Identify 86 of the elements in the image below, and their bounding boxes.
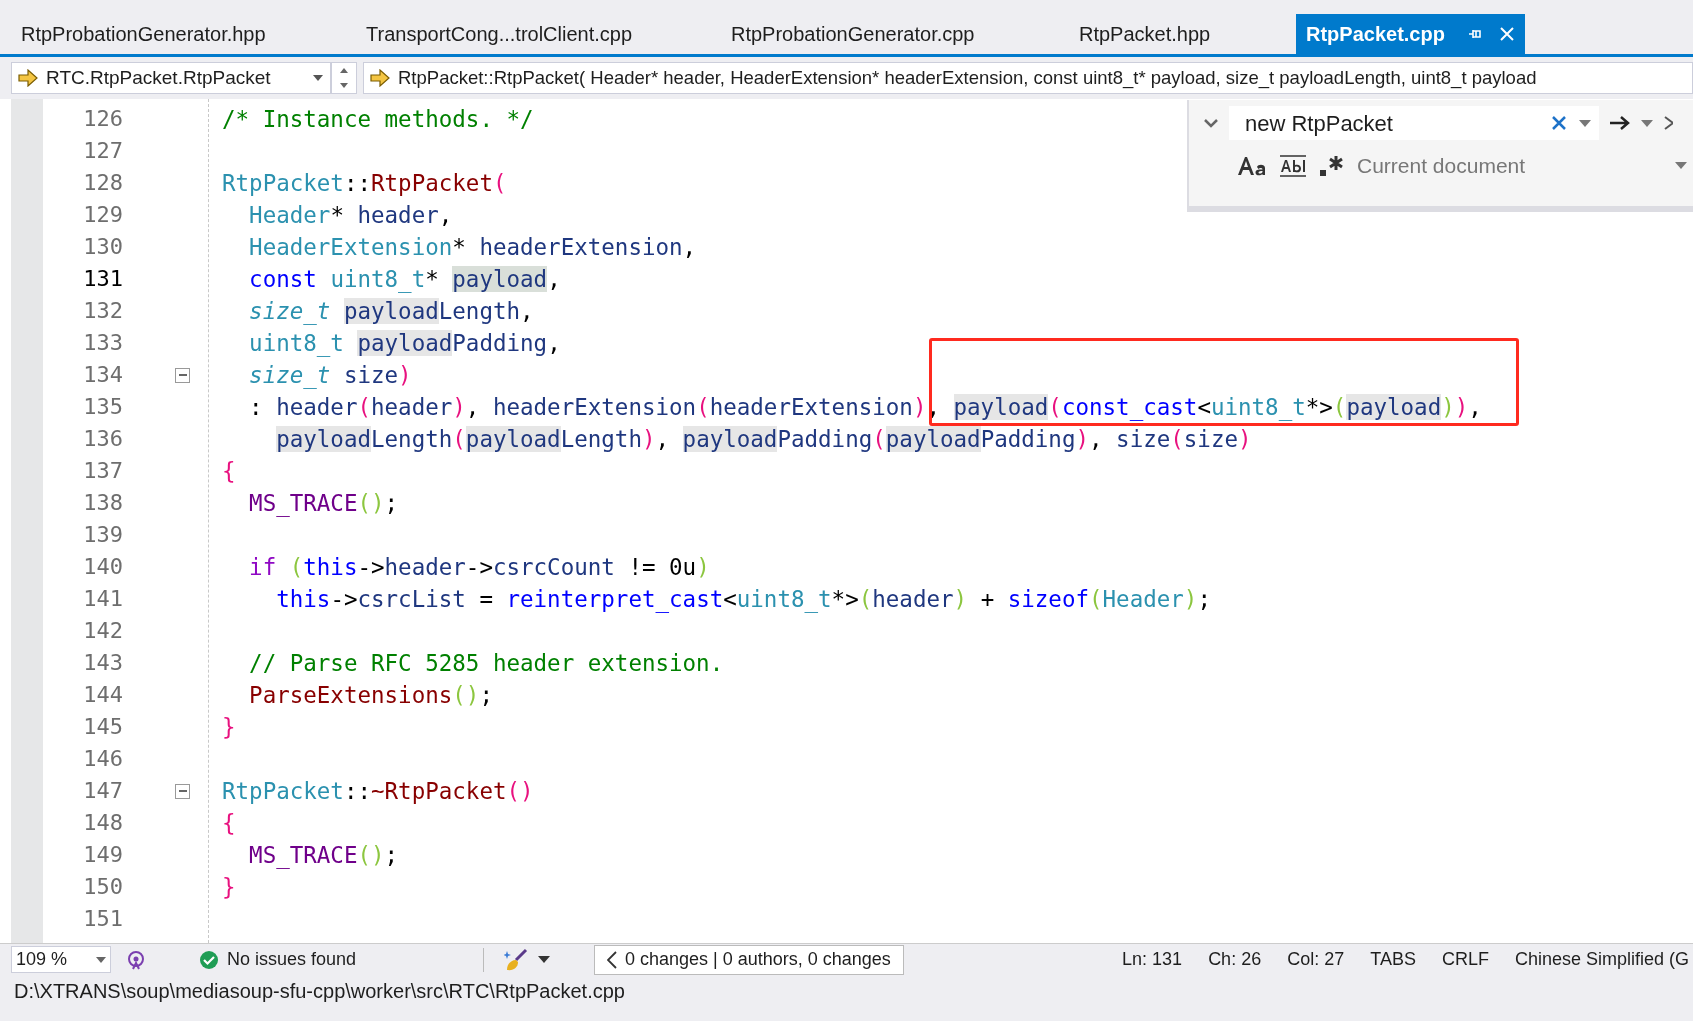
- file-path: D:\XTRANS\soup\mediasoup-sfu-cpp\worker\src\RTC\RtpPacket.cpp: [14, 979, 625, 1004]
- status-item[interactable]: Ch: 26: [1208, 946, 1262, 973]
- clear-icon[interactable]: [1551, 115, 1567, 131]
- caret-icon[interactable]: [1579, 119, 1591, 127]
- arrow-icon: [18, 69, 38, 87]
- caret-icon: [96, 956, 106, 963]
- line-number: 133: [82, 329, 123, 357]
- caret-icon: [1675, 162, 1687, 170]
- search-field[interactable]: new RtpPacket: [1229, 106, 1599, 140]
- line-number: 132: [82, 297, 123, 325]
- line-number: 148: [82, 809, 123, 837]
- close-icon[interactable]: [1663, 115, 1673, 131]
- line-number: 144: [82, 681, 123, 709]
- line-number: 141: [82, 585, 123, 613]
- code-line: this->csrcList = reinterpret_cast<uint8_t*>(header) + sizeof(Header);: [275, 586, 1211, 612]
- chevron-left-icon: [607, 950, 617, 969]
- code-line: RtpPacket::~RtpPacket(): [222, 778, 534, 804]
- line-number: 128: [82, 169, 123, 197]
- code-line: size_t size): [248, 362, 412, 388]
- brush-icon: [504, 947, 530, 972]
- scope-dropdown[interactable]: Current document: [1357, 150, 1687, 182]
- code-line: /* Instance methods. */: [222, 106, 534, 132]
- line-number: 145: [82, 713, 123, 741]
- code-line: // Parse RFC 5285 header extension.: [248, 650, 724, 676]
- whole-word-icon[interactable]: [1279, 153, 1307, 178]
- code-line: payloadLength(payloadLength), payloadPadding(payloadPadding), size(size): [275, 426, 1252, 452]
- line-number: 149: [82, 841, 123, 869]
- code-line: Header* header,: [248, 202, 453, 228]
- line-number: 143: [82, 649, 123, 677]
- line-number: 131: [82, 265, 123, 293]
- line-number: 146: [82, 745, 123, 773]
- status-item[interactable]: Chinese Simplified (G: [1514, 946, 1689, 973]
- up-icon: [340, 68, 348, 73]
- line-number: 136: [82, 425, 123, 453]
- match-case-icon[interactable]: [1237, 154, 1267, 177]
- status-item[interactable]: Ln: 131: [1122, 946, 1183, 973]
- next-arrow-icon[interactable]: [1609, 115, 1631, 131]
- spark-icon[interactable]: [125, 948, 147, 971]
- code-line: HeaderExtension* headerExtension,: [248, 234, 697, 260]
- regex-icon[interactable]: [1319, 153, 1345, 178]
- line-number: 127: [82, 137, 123, 165]
- status-item[interactable]: CRLF: [1441, 946, 1489, 973]
- scope-dropdown[interactable]: RTC.RtpPacket.RtpPacket: [11, 62, 331, 94]
- code-line: ParseExtensions();: [248, 682, 493, 708]
- line-number: 140: [82, 553, 123, 581]
- line-number: 138: [82, 489, 123, 517]
- file-tab[interactable]: RtpPacket.cpp: [1296, 14, 1525, 54]
- caret-icon: [538, 956, 550, 963]
- spin-button[interactable]: [331, 62, 357, 94]
- line-number: 142: [82, 617, 123, 645]
- member-dropdown[interactable]: RtpPacket::RtpPacket( Header* header, HeaderExtension* headerExtension, const uint8_t* payload, size_t payloadLength, uint8_t payload: [363, 62, 1693, 94]
- line-number: 151: [82, 905, 123, 933]
- code-line: uint8_t payloadPadding,: [248, 330, 561, 356]
- zoom-dropdown[interactable]: 109 %: [11, 946, 111, 973]
- code-line: const uint8_t* payload,: [248, 266, 561, 292]
- line-number: 150: [82, 873, 123, 901]
- changes-button[interactable]: 0 changes | 0 authors, 0 changes: [594, 944, 904, 975]
- line-number: 139: [82, 521, 123, 549]
- status-item[interactable]: TABS: [1370, 946, 1416, 973]
- line-number: 130: [82, 233, 123, 261]
- code-line: {: [222, 810, 236, 836]
- code-line: MS_TRACE();: [248, 490, 399, 516]
- down-icon: [340, 83, 348, 88]
- code-line: if (this->header->csrcCount != 0u): [248, 554, 710, 580]
- caret-icon: [312, 74, 324, 82]
- code-line: }: [222, 874, 236, 900]
- chevron-icon[interactable]: [1203, 118, 1219, 128]
- code-line: }: [222, 714, 236, 740]
- code-line: {: [222, 458, 236, 484]
- status-item[interactable]: Col: 27: [1287, 946, 1345, 973]
- line-number: 135: [82, 393, 123, 421]
- line-number: 147: [82, 777, 123, 805]
- line-number: 129: [82, 201, 123, 229]
- code-line: MS_TRACE();: [248, 842, 399, 868]
- line-number: 134: [82, 361, 123, 389]
- code-line: RtpPacket::RtpPacket(: [222, 170, 507, 196]
- collapse-toggle[interactable]: [175, 783, 190, 799]
- arrow-icon: [370, 69, 390, 87]
- check-circle-icon: [199, 949, 219, 970]
- caret-icon[interactable]: [1641, 119, 1653, 127]
- brush-button[interactable]: [483, 947, 550, 972]
- code-line: size_t payloadLength,: [248, 298, 534, 324]
- line-number: 126: [82, 105, 123, 133]
- issues-status[interactable]: No issues found: [227, 946, 357, 973]
- collapse-toggle[interactable]: [175, 367, 190, 383]
- line-number: 137: [82, 457, 123, 485]
